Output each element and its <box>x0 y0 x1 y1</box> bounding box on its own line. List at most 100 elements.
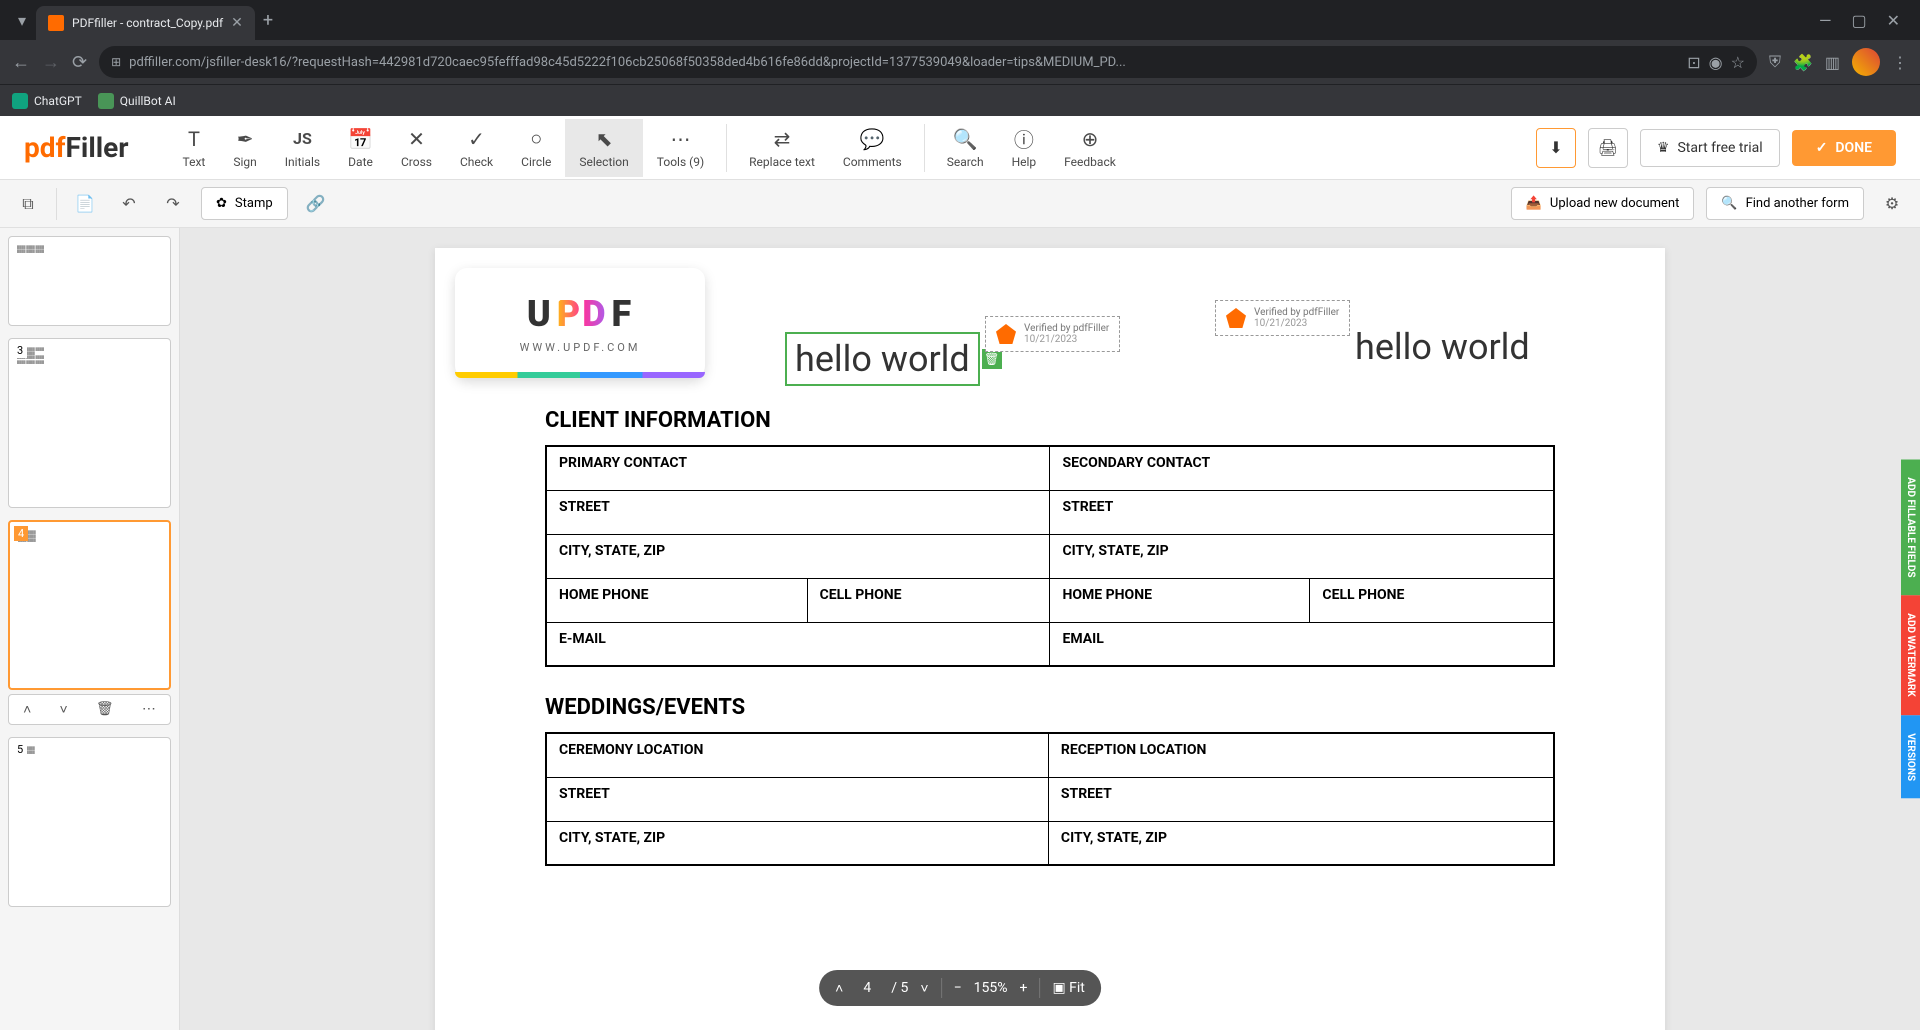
add-fillable-fields-tab[interactable]: ADD FILLABLE FIELDS <box>1901 459 1920 595</box>
table-cell[interactable]: EMAIL <box>1050 622 1554 666</box>
address-bar[interactable]: ⊞ pdffiller.com/jsfiller-desk16/?request… <box>99 46 1757 78</box>
shield-icon[interactable]: ⛨ <box>1769 52 1781 72</box>
thumb-delete[interactable]: 🗑 <box>96 701 114 718</box>
document-page[interactable]: UPDF WWW.UPDF.COM hello world 🗑 Verified… <box>435 248 1665 1030</box>
table-cell[interactable]: RECEPTION LOCATION <box>1048 733 1554 777</box>
zoom-in-button[interactable]: + <box>1019 980 1027 996</box>
tool-sign[interactable]: ✒Sign <box>219 119 270 177</box>
table-cell[interactable]: STREET <box>546 777 1048 821</box>
tab-list-dropdown[interactable]: ▾ <box>8 6 36 34</box>
start-trial-button[interactable]: ♛Start free trial <box>1640 129 1780 167</box>
add-watermark-tab[interactable]: ADD WATERMARK <box>1901 596 1920 715</box>
tool-circle[interactable]: ○Circle <box>507 119 565 177</box>
reload-button[interactable]: ⟳ <box>72 52 87 73</box>
stamp-button[interactable]: ✿Stamp <box>201 187 288 220</box>
table-cell[interactable]: HOME PHONE <box>1050 578 1310 622</box>
tool-date[interactable]: 📅Date <box>334 119 387 177</box>
verified-badge[interactable]: Verified by pdfFiller 10/21/2023 <box>1215 300 1350 336</box>
thumbnail-panel[interactable]: ████ ████ ████████ ████ ████ 3 ████ ████… <box>0 228 180 1030</box>
bookmark-star-icon[interactable]: ☆ <box>1731 53 1745 72</box>
page-thumbnail-active[interactable]: 4 ████ ████████ ████████ ████ <box>8 520 171 690</box>
workspace: ████ ████ ████████ ████ ████ 3 ████ ████… <box>0 228 1920 1030</box>
install-app-icon[interactable]: ⊡ <box>1687 53 1700 72</box>
tool-more[interactable]: ⋯Tools (9) <box>643 119 718 177</box>
bookmark-quillbot[interactable]: QuillBot AI <box>98 93 176 109</box>
thumb-more[interactable]: ⋯ <box>142 701 156 718</box>
prev-page-button[interactable]: ˄ <box>835 980 843 997</box>
verified-badge[interactable]: Verified by pdfFiller 10/21/2023 <box>985 316 1120 352</box>
forward-button[interactable]: → <box>42 52 60 73</box>
undo-button[interactable]: ↶ <box>113 188 145 220</box>
tool-cross[interactable]: ✕Cross <box>387 119 446 177</box>
extensions-icon[interactable]: 🧩 <box>1793 53 1813 72</box>
versions-tab[interactable]: VERSIONS <box>1901 715 1920 799</box>
text-annotation[interactable]: hello world <box>1355 326 1530 368</box>
delete-annotation-button[interactable]: 🗑 <box>982 349 1002 369</box>
settings-gear-icon[interactable]: ⚙ <box>1876 187 1908 219</box>
table-cell[interactable]: SECONDARY CONTACT <box>1050 446 1554 490</box>
table-cell[interactable]: CITY, STATE, ZIP <box>1048 821 1554 865</box>
table-cell[interactable]: CELL PHONE <box>1310 578 1554 622</box>
page-thumbnail[interactable]: ████ ████ ████████ ████ ████ <box>8 236 171 326</box>
minimize-button[interactable]: — <box>1819 11 1832 30</box>
tab-close-icon[interactable]: ✕ <box>231 15 243 31</box>
tool-search[interactable]: 🔍Search <box>933 119 998 177</box>
table-cell[interactable]: CITY, STATE, ZIP <box>546 821 1048 865</box>
pages-panel-toggle[interactable]: ⧉ <box>12 188 44 220</box>
tool-replace-text[interactable]: ⇄Replace text <box>735 119 829 177</box>
tool-text[interactable]: TText <box>169 119 220 177</box>
browser-tab[interactable]: PDFfiller - contract_Copy.pdf ✕ <box>36 6 255 40</box>
text-annotation-selected[interactable]: hello world 🗑 <box>785 332 980 386</box>
tool-help[interactable]: ⓘHelp <box>998 119 1051 177</box>
browser-menu-icon[interactable]: ⋮ <box>1892 53 1908 72</box>
new-tab-button[interactable]: + <box>263 10 273 31</box>
table-cell[interactable]: PRIMARY CONTACT <box>546 446 1050 490</box>
document-icon[interactable]: 📄 <box>69 188 101 220</box>
site-info-icon[interactable]: ⊞ <box>111 55 121 69</box>
tool-selection[interactable]: ⬉Selection <box>565 119 642 177</box>
maximize-button[interactable]: ▢ <box>1851 11 1866 30</box>
close-window-button[interactable]: ✕ <box>1887 11 1900 30</box>
app-logo[interactable]: pdfFiller <box>24 131 129 164</box>
done-button[interactable]: ✓DONE <box>1792 130 1896 166</box>
bookmark-chatgpt[interactable]: ChatGPT <box>12 93 82 109</box>
find-form-button[interactable]: 🔍Find another form <box>1706 187 1864 220</box>
google-icon[interactable]: ◉ <box>1709 53 1723 72</box>
print-button[interactable]: 🖨 <box>1588 128 1628 168</box>
next-page-button[interactable]: ˅ <box>920 980 928 997</box>
tool-check[interactable]: ✓Check <box>446 119 507 177</box>
canvas-area[interactable]: UPDF WWW.UPDF.COM hello world 🗑 Verified… <box>180 228 1920 1030</box>
upload-document-button[interactable]: 📤Upload new document <box>1511 187 1695 220</box>
table-cell[interactable]: STREET <box>1050 490 1554 534</box>
fit-button[interactable]: ▣ Fit <box>1052 980 1084 996</box>
current-page-input[interactable] <box>855 980 879 996</box>
quillbot-icon <box>98 93 114 109</box>
bookmarks-bar: ChatGPT QuillBot AI <box>0 84 1920 116</box>
download-button[interactable]: ⬇ <box>1536 128 1576 168</box>
table-cell[interactable]: CITY, STATE, ZIP <box>1050 534 1554 578</box>
zoom-out-button[interactable]: − <box>954 980 962 996</box>
tool-feedback[interactable]: ⊕Feedback <box>1050 119 1130 177</box>
total-pages: / 5 <box>891 980 908 996</box>
tool-comments[interactable]: 💬Comments <box>829 119 916 177</box>
back-button[interactable]: ← <box>12 52 30 73</box>
tool-initials[interactable]: JSInitials <box>271 119 334 177</box>
table-cell[interactable]: CEREMONY LOCATION <box>546 733 1048 777</box>
thumb-move-up[interactable]: ˄ <box>23 701 31 718</box>
header-right: ⬇ 🖨 ♛Start free trial ✓DONE <box>1536 128 1896 168</box>
table-cell[interactable]: HOME PHONE <box>546 578 807 622</box>
weddings-table: CEREMONY LOCATIONRECEPTION LOCATION STRE… <box>545 732 1555 866</box>
table-cell[interactable]: STREET <box>546 490 1050 534</box>
profile-avatar[interactable] <box>1852 48 1880 76</box>
page-thumbnail[interactable]: 5 ████ ████████ ████ <box>8 737 171 907</box>
table-cell[interactable]: STREET <box>1048 777 1554 821</box>
redo-button[interactable]: ↷ <box>157 188 189 220</box>
sidepanel-icon[interactable]: ▥ <box>1825 53 1840 72</box>
table-cell[interactable]: CITY, STATE, ZIP <box>546 534 1050 578</box>
table-cell[interactable]: E-MAIL <box>546 622 1050 666</box>
table-cell[interactable]: CELL PHONE <box>807 578 1050 622</box>
link-button[interactable]: 🔗 <box>300 188 332 220</box>
thumb-move-down[interactable]: ˅ <box>59 701 67 718</box>
tab-favicon <box>48 15 64 31</box>
page-thumbnail[interactable]: 3 ████ ████ ████████ ████████ ████ █████… <box>8 338 171 508</box>
